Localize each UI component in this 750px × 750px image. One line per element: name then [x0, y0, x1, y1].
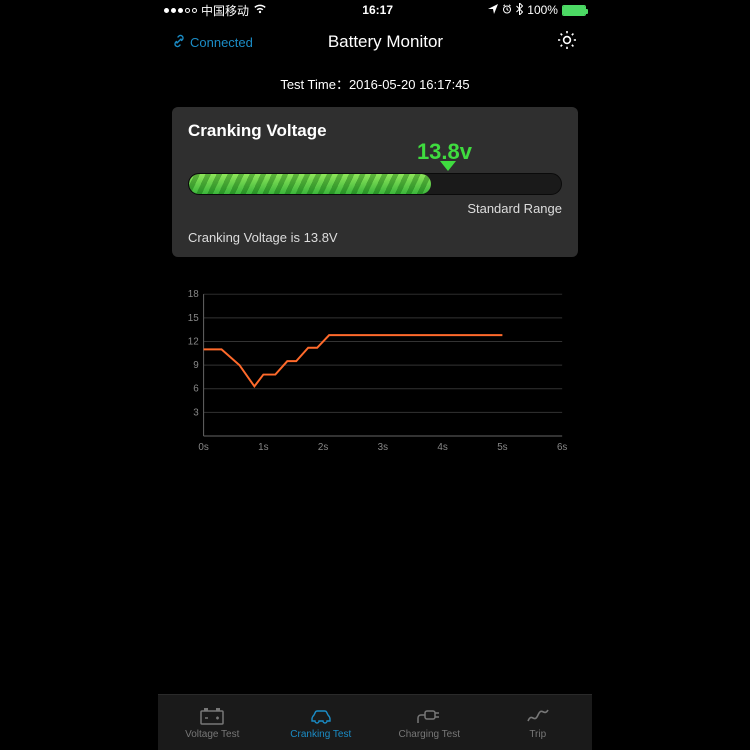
- page-title: Battery Monitor: [328, 32, 443, 52]
- tab-label: Voltage Test: [185, 729, 239, 740]
- tab-voltage-test[interactable]: Voltage Test: [158, 695, 267, 750]
- test-time-value: 2016-05-20 16:17:45: [349, 77, 470, 92]
- signal-dots-icon: [164, 8, 197, 13]
- card-footer-value: 13.8V: [304, 230, 338, 245]
- tab-trip[interactable]: Trip: [484, 695, 593, 750]
- bluetooth-icon: [516, 3, 523, 18]
- car-icon: [308, 705, 334, 727]
- plug-icon: [416, 705, 442, 727]
- voltage-chart: 3 6 9 12 15 18 0s 1s 2s 3s 4s 5s 6s: [178, 287, 572, 457]
- svg-text:0s: 0s: [198, 442, 208, 453]
- status-left: 中国移动: [164, 2, 267, 19]
- range-label: Standard Range: [467, 201, 562, 216]
- card-footer-prefix: Cranking Voltage is: [188, 230, 304, 245]
- connection-status[interactable]: Connected: [172, 34, 253, 51]
- svg-text:3: 3: [193, 407, 199, 418]
- svg-text:6s: 6s: [557, 442, 567, 453]
- svg-text:2s: 2s: [318, 442, 328, 453]
- status-bar: 中国移动 16:17 100%: [158, 0, 592, 20]
- alarm-icon: [502, 3, 512, 17]
- svg-text:12: 12: [188, 336, 199, 347]
- tab-label: Trip: [529, 729, 546, 740]
- svg-text:18: 18: [188, 289, 199, 300]
- tab-label: Charging Test: [398, 729, 460, 740]
- battery-box-icon: [199, 705, 225, 727]
- tab-bar: Voltage Test Cranking Test Charging Test…: [158, 694, 592, 750]
- location-icon: [488, 3, 498, 17]
- battery-icon: [562, 5, 586, 16]
- card-title: Cranking Voltage: [188, 121, 562, 141]
- gear-icon: [556, 29, 578, 51]
- tab-charging-test[interactable]: Charging Test: [375, 695, 484, 750]
- card-footer: Cranking Voltage is 13.8V: [188, 230, 562, 245]
- svg-text:3s: 3s: [378, 442, 388, 453]
- svg-text:6: 6: [193, 384, 199, 395]
- settings-button[interactable]: [556, 29, 578, 56]
- battery-pct: 100%: [527, 3, 558, 17]
- tab-cranking-test[interactable]: Cranking Test: [267, 695, 376, 750]
- test-time-row: Test Time：2016-05-20 16:17:45: [158, 64, 592, 107]
- voltage-bar: [188, 173, 562, 195]
- link-icon: [172, 34, 186, 51]
- status-right: 100%: [488, 3, 586, 18]
- svg-text:5s: 5s: [497, 442, 507, 453]
- connection-label: Connected: [190, 35, 253, 50]
- carrier-label: 中国移动: [201, 2, 249, 19]
- test-time-label: Test Time：: [280, 77, 349, 92]
- cranking-voltage-card: Cranking Voltage 13.8v Standard Range Cr…: [172, 107, 578, 257]
- svg-text:15: 15: [188, 313, 199, 324]
- voltage-pointer-icon: [440, 161, 456, 171]
- nav-bar: Connected Battery Monitor: [158, 20, 592, 64]
- svg-text:4s: 4s: [437, 442, 447, 453]
- svg-text:9: 9: [193, 360, 199, 371]
- svg-text:1s: 1s: [258, 442, 268, 453]
- status-time: 16:17: [362, 3, 393, 17]
- wifi-icon: [253, 3, 267, 17]
- trip-line-icon: [525, 705, 551, 727]
- tab-label: Cranking Test: [290, 729, 351, 740]
